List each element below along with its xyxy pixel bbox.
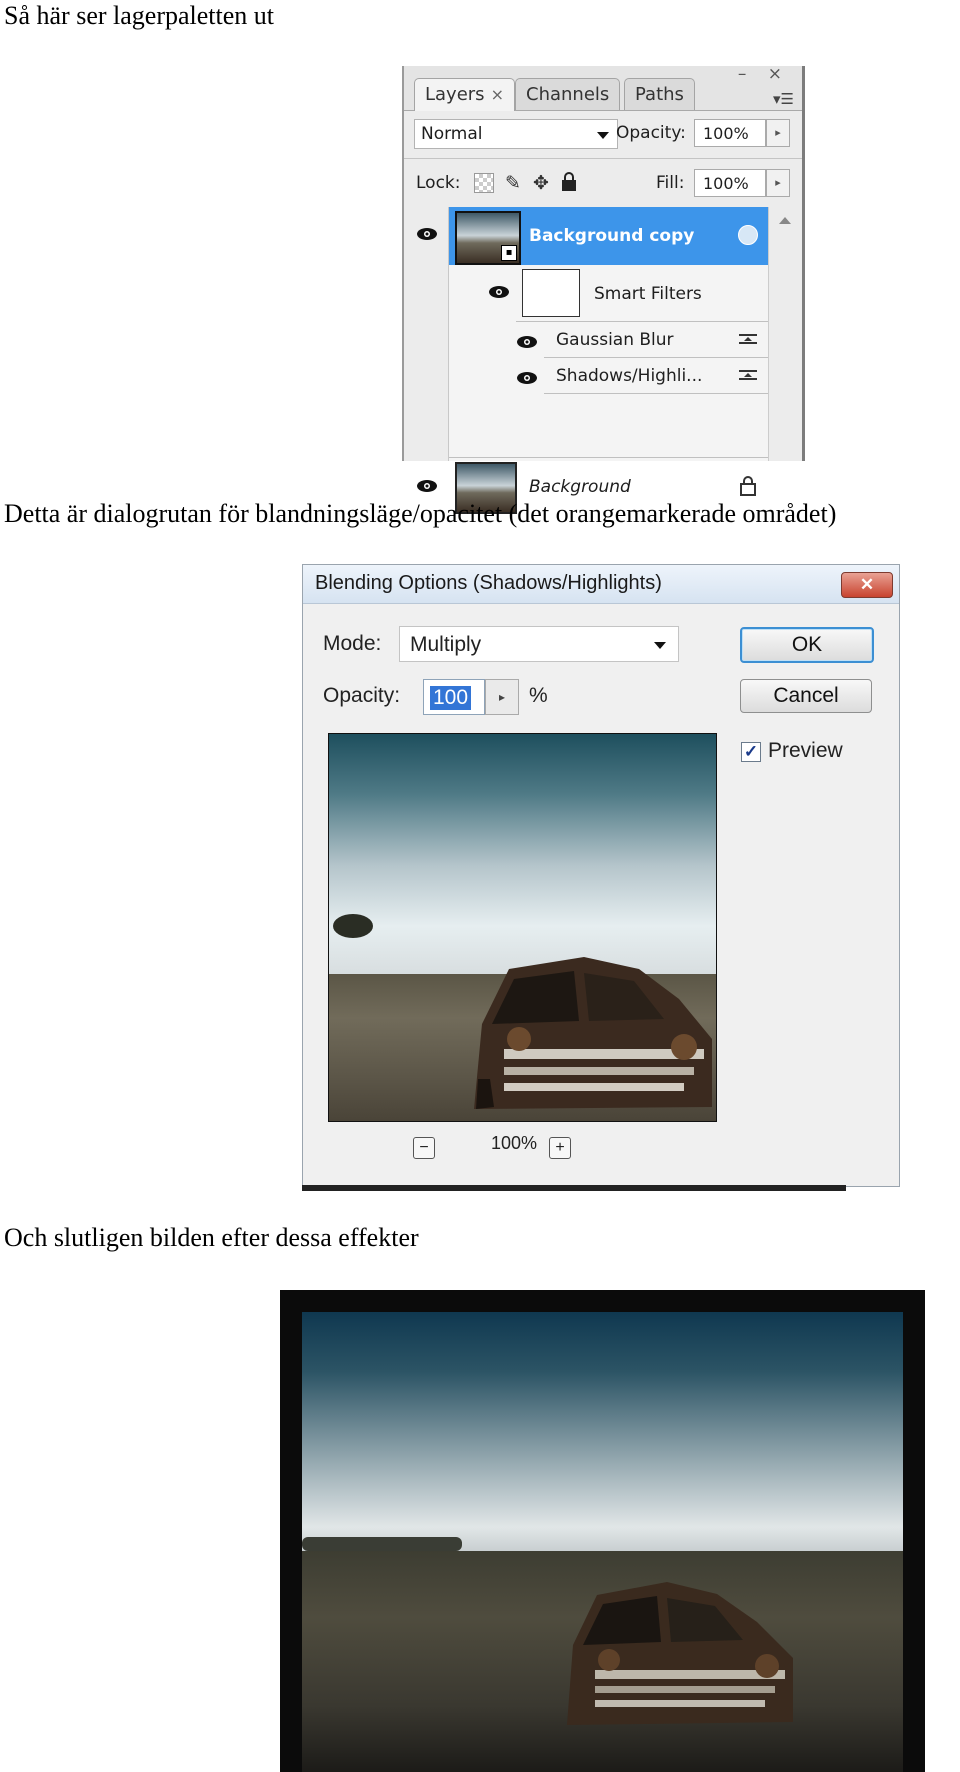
lock-transparent-icon[interactable]: [474, 173, 494, 193]
eye-icon[interactable]: [488, 285, 510, 299]
fill-slider-arrow[interactable]: ▸: [766, 169, 790, 197]
blending-options-dialog: Blending Options (Shadows/Highlights) ✕ …: [302, 564, 900, 1191]
layer-row-smart-filters[interactable]: Smart Filters: [516, 267, 768, 322]
panel-tab-bar: Layers × Channels Paths – × ▾☰: [404, 64, 802, 111]
final-sky: [302, 1312, 903, 1552]
blend-mode-select[interactable]: Normal: [414, 119, 618, 149]
filter-blending-options-icon[interactable]: [738, 331, 758, 351]
ok-button[interactable]: OK: [740, 627, 874, 663]
visibility-column: [404, 207, 449, 461]
tab-channels-label: Channels: [526, 84, 610, 105]
tab-layers[interactable]: Layers ×: [414, 78, 515, 111]
scroll-up-icon[interactable]: [779, 217, 791, 224]
fill-input[interactable]: 100%: [694, 169, 766, 197]
layer-name-background-copy: Background copy: [529, 226, 695, 246]
filter-name-shadows-highlights: Shadows/Highli...: [556, 366, 703, 386]
tab-paths[interactable]: Paths: [624, 78, 695, 110]
opacity-label: Opacity:: [323, 684, 401, 707]
layers-panel: Layers × Channels Paths – × ▾☰ Normal Opa…: [402, 64, 805, 514]
opacity-input[interactable]: 100: [423, 679, 485, 715]
chevron-down-icon: [654, 642, 666, 649]
lock-label: Lock:: [416, 173, 461, 193]
lock-row: Lock: ✎ ✥ Fill: 100% ▸: [404, 159, 802, 208]
blend-row: Normal Opacity: 100% ▸: [404, 110, 802, 159]
final-car: [557, 1550, 797, 1730]
filter-preview-image[interactable]: [328, 733, 717, 1122]
final-result-image: [280, 1290, 925, 1772]
preview-label: Preview: [768, 739, 843, 762]
preview-tree: [333, 914, 373, 938]
preview-car: [464, 929, 714, 1114]
smart-object-icon: ▪: [501, 245, 517, 261]
opacity-value: 100: [430, 686, 472, 710]
caption-layers-intro: Så här ser lagerpaletten ut: [4, 1, 274, 30]
layer-name-background: Background: [529, 477, 631, 497]
tab-paths-label: Paths: [635, 84, 684, 105]
layer-row-background-copy[interactable]: ▪ Background copy: [449, 207, 768, 265]
opacity-slider-arrow[interactable]: ▸: [766, 119, 790, 147]
tab-channels[interactable]: Channels: [515, 78, 621, 110]
layer-thumbnail: ▪: [455, 211, 521, 265]
dialog-title-bar: Blending Options (Shadows/Highlights) ✕: [303, 565, 899, 604]
final-photo: [302, 1312, 903, 1772]
eye-icon[interactable]: [516, 335, 538, 349]
fill-label: Fill:: [656, 173, 685, 193]
tab-layers-label: Layers: [425, 84, 485, 105]
tab-close-icon[interactable]: ×: [491, 85, 504, 104]
eye-icon[interactable]: [416, 479, 438, 493]
layer-row-shadows-highlights[interactable]: Shadows/Highli...: [544, 359, 768, 394]
chevron-down-icon: [597, 132, 609, 139]
mode-value: Multiply: [410, 633, 482, 656]
opacity-label: Opacity:: [616, 123, 686, 143]
lock-position-move-icon[interactable]: ✥: [530, 172, 552, 194]
opacity-slider-arrow[interactable]: ▸: [485, 679, 519, 715]
layer-name-smart-filters: Smart Filters: [594, 284, 702, 304]
final-bushes: [302, 1537, 462, 1551]
layer-row-gaussian-blur[interactable]: Gaussian Blur: [544, 323, 768, 358]
mode-select[interactable]: Multiply: [399, 626, 679, 662]
lock-pixels-brush-icon[interactable]: ✎: [502, 172, 524, 194]
dialog-bottom-edge: [302, 1185, 846, 1191]
lock-all-padlock-icon[interactable]: [558, 172, 580, 194]
eye-icon[interactable]: [416, 227, 438, 241]
dialog-title: Blending Options (Shadows/Highlights): [315, 572, 662, 594]
zoom-in-button[interactable]: +: [549, 1137, 571, 1159]
preview-checkbox[interactable]: ✓: [741, 742, 761, 762]
zoom-out-button[interactable]: −: [413, 1137, 435, 1159]
filter-name-gaussian-blur: Gaussian Blur: [556, 330, 674, 350]
opacity-input[interactable]: 100%: [694, 119, 766, 147]
zoom-level: 100%: [491, 1133, 538, 1153]
panel-window-controls[interactable]: – ×: [738, 64, 790, 84]
filter-blending-options-icon[interactable]: [738, 367, 758, 387]
caption-dialog-intro: Detta är dialogrutan för blandningsläge/…: [4, 499, 837, 528]
caption-final-intro: Och slutligen bilden efter dessa effekte…: [4, 1223, 419, 1252]
percent-sign: %: [529, 684, 548, 707]
smart-filter-options-icon[interactable]: [738, 225, 758, 245]
eye-icon[interactable]: [516, 371, 538, 385]
panel-menu-icon[interactable]: ▾☰: [773, 90, 794, 108]
layers-list: ▪ Background copy Smart Filters Gaussian…: [404, 207, 802, 514]
smart-filter-mask-thumbnail: [522, 269, 580, 317]
mode-label: Mode:: [323, 632, 382, 655]
cancel-button[interactable]: Cancel: [740, 679, 872, 713]
close-button[interactable]: ✕: [841, 572, 893, 598]
layers-scrollbar[interactable]: [768, 207, 802, 461]
blend-mode-value: Normal: [421, 124, 483, 144]
